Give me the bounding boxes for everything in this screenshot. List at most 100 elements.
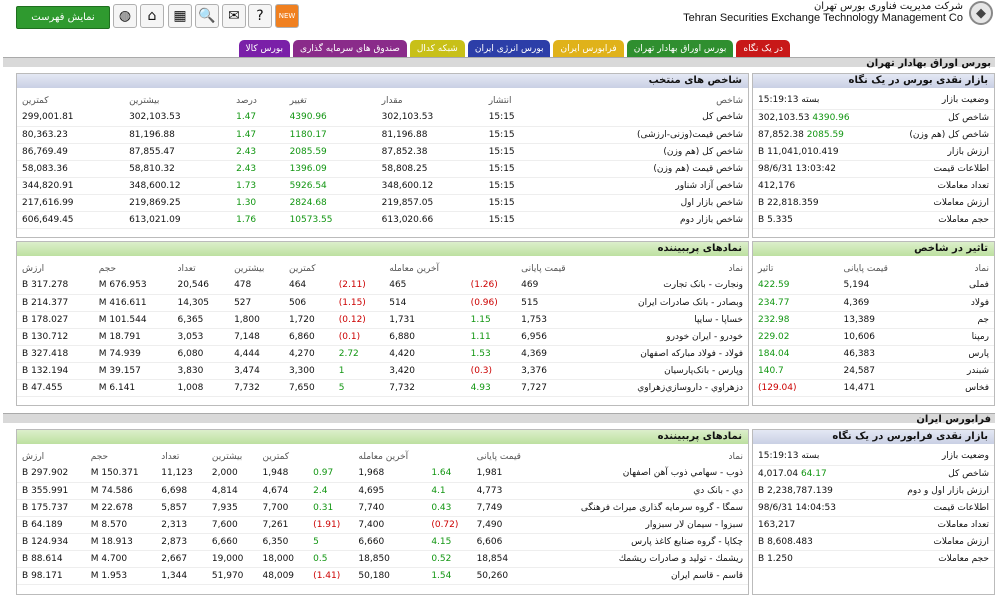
table-row[interactable]: ونجارت - بانک تجارت 469 (1.26) 465 (2.11) 464… bbox=[17, 277, 748, 294]
table-row[interactable]: ذوب - سهامي ذوب آهن اصفهان 1,981 1.64 1,968… bbox=[17, 465, 748, 482]
close-price: 6,956 bbox=[521, 331, 547, 342]
impact-value: 232.98 bbox=[758, 314, 790, 325]
high: 6,660 bbox=[211, 536, 238, 547]
tab-4[interactable]: بورس انرژی ایران bbox=[467, 40, 551, 57]
table-row[interactable]: شاخص قیمت(وزنی-ارزشی) 15:15 81,196.88 1180.… bbox=[17, 126, 748, 143]
market-value: 14:04:53 98/6/31 bbox=[753, 499, 871, 516]
ifb-market-table: وضعیت بازار بسته 15:19:13 شاخص کل 64.17 4,0… bbox=[753, 448, 994, 568]
volume: 416.611 M bbox=[98, 297, 147, 308]
tse-impact-title: تاثیر در شاخص bbox=[753, 242, 994, 256]
table-row[interactable]: سمگا - گروه سرمایه گذاری میراث فرهنگی 7,7… bbox=[17, 499, 748, 516]
symbol[interactable]: سمگا - گروه سرمایه گذاری میراث فرهنگی bbox=[538, 499, 748, 516]
table-row[interactable]: فولاد - فولاد مبارکه اصفهان 4,369 1.53 4,42… bbox=[17, 345, 748, 362]
symbol[interactable]: دي - بانک دي bbox=[538, 482, 748, 499]
market-label: ارزش بازار bbox=[947, 146, 989, 157]
symbol[interactable]: فولاد - فولاد مبارکه اصفهان bbox=[590, 345, 748, 362]
section-band-ifb bbox=[3, 413, 995, 423]
last-change: (1.41) bbox=[313, 570, 341, 581]
column-header: بیشترین bbox=[129, 95, 160, 106]
value: 130.712 B bbox=[22, 331, 69, 342]
close-change: 1.15 bbox=[470, 314, 491, 325]
table-row[interactable]: چکاپا - گروه صنايع کاغذ پارس 6,606 4.15 6,6… bbox=[17, 533, 748, 550]
home-icon[interactable]: ⌂ bbox=[140, 4, 164, 28]
section-title-tse: بورس اوراق بهادار تهران bbox=[866, 58, 991, 69]
market-value-text: 1.250 B bbox=[758, 553, 793, 564]
cell: 87,855.47 bbox=[129, 146, 175, 157]
table-row[interactable]: پارس 46,383 184.04 bbox=[753, 345, 994, 362]
table-row[interactable]: رمپنا 10,606 229.02 bbox=[753, 328, 994, 345]
column-header: حجم bbox=[98, 263, 117, 274]
market-value-text: 5.335 B bbox=[758, 214, 793, 225]
tab-3[interactable]: فرابورس ایران bbox=[553, 40, 624, 57]
table-row[interactable]: جم 13,389 232.98 bbox=[753, 311, 994, 328]
message-icon[interactable]: ✉ bbox=[222, 4, 246, 28]
cell: 15:15 bbox=[488, 197, 515, 208]
cell: 344,820.91 bbox=[22, 180, 74, 191]
table-row[interactable]: شبندر 24,587 140.7 bbox=[753, 362, 994, 379]
symbol[interactable]: سبزوا - سیمان لار سبزوار bbox=[538, 516, 748, 533]
table-row[interactable]: شاخص کل 15:15 302,103.53 4390.96 1.47 302,103… bbox=[17, 109, 748, 126]
count: 2,667 bbox=[161, 553, 188, 564]
volume: 74.586 M bbox=[90, 485, 133, 496]
symbol: پارس bbox=[968, 348, 989, 359]
show-list-button[interactable]: نمایش فهرست bbox=[16, 6, 110, 29]
market-label: شاخص کل bbox=[948, 112, 989, 123]
table-row[interactable]: دي - بانک دي 4,773 4.1 4,695 2.4 4,674 4,814 6,… bbox=[17, 482, 748, 499]
symbol[interactable]: وبصادر - بانک صادرات ایران bbox=[590, 294, 748, 311]
tab-6[interactable]: صندوق های سرمایه گذاری bbox=[293, 40, 407, 57]
symbol[interactable]: دزهراوي - داروسازي‌زهراوي bbox=[590, 379, 748, 396]
search-icon[interactable]: 🔍 bbox=[195, 4, 219, 28]
high: 1,800 bbox=[234, 314, 260, 325]
symbol[interactable]: ذوب - سهامي ذوب آهن اصفهان bbox=[538, 465, 748, 482]
tab-1[interactable]: در یک نگاه bbox=[736, 40, 790, 57]
table-row[interactable]: فخاس 14,471 (129.04) bbox=[753, 379, 994, 396]
market-row: شاخص کل (هم وزن) 2085.59 87,852.38 bbox=[753, 126, 994, 143]
symbol[interactable]: خساپا - سایپا bbox=[590, 311, 748, 328]
table-row[interactable]: وبصادر - بانک صادرات ایران 515 (0.96) 514 (1… bbox=[17, 294, 748, 311]
cell: 80,363.23 bbox=[22, 129, 68, 140]
low: 4,674 bbox=[262, 485, 289, 496]
table-row[interactable]: سبزوا - سیمان لار سبزوار 7,490 (0.72) 7,400… bbox=[17, 516, 748, 533]
table-row[interactable]: وپارس - بانک‌پارسیان 3,376 (0.3) 3,420 1 3,30… bbox=[17, 362, 748, 379]
symbol[interactable]: خودرو - ایران خودرو bbox=[590, 328, 748, 345]
table-row[interactable]: شاخص بازار اول 15:15 219,857.05 2824.68 1.30… bbox=[17, 194, 748, 211]
table-row[interactable]: فولاد 4,369 234.77 bbox=[753, 294, 994, 311]
market-value: 4390.96 302,103.53 bbox=[753, 109, 881, 126]
table-row[interactable]: شاخص کل (هم وزن) 15:15 87,852.38 2085.59 2.4… bbox=[17, 143, 748, 160]
tab-2[interactable]: بورس اوراق بهادار تهران bbox=[626, 40, 734, 57]
help-icon[interactable]: ? bbox=[248, 4, 272, 28]
table-row[interactable]: شاخص قیمت (هم وزن) 15:15 58,808.25 1396.09 2… bbox=[17, 160, 748, 177]
symbol[interactable]: وپارس - بانک‌پارسیان bbox=[590, 362, 748, 379]
last-trade: 7,732 bbox=[389, 382, 415, 393]
impact-value: 422.59 bbox=[758, 280, 790, 291]
table-row[interactable]: قاسم - قاسم ايران 50,260 1.54 50,180 (1.41) 4… bbox=[17, 567, 748, 584]
table-row[interactable]: شاخص بازار دوم 15:15 613,020.66 10573.55 1.7… bbox=[17, 211, 748, 228]
volume: 39.157 M bbox=[98, 365, 141, 376]
table-row[interactable]: فملی 5,194 422.59 bbox=[753, 277, 994, 294]
column-header: قیمت پایانی bbox=[843, 263, 888, 274]
table-row[interactable]: ریشمك - تولید و صادرات ریشمك 18,854 0.52 18… bbox=[17, 550, 748, 567]
symbol[interactable]: ونجارت - بانک تجارت bbox=[590, 277, 748, 294]
symbol: فخاس bbox=[965, 382, 989, 393]
close-change: 0.52 bbox=[431, 553, 452, 564]
cell: 606,649.45 bbox=[22, 214, 74, 225]
table-row[interactable]: دزهراوي - داروسازي‌زهراوي 7,727 4.93 7,732 5… bbox=[17, 379, 748, 396]
symbol[interactable]: ریشمك - تولید و صادرات ریشمك bbox=[538, 550, 748, 567]
tab-5[interactable]: شبکه کدال bbox=[409, 40, 465, 57]
volume: 676.953 M bbox=[98, 280, 147, 291]
last-trade: 514 bbox=[389, 297, 407, 308]
cell: 1.47 bbox=[236, 112, 257, 123]
last-trade: 7,740 bbox=[358, 502, 385, 513]
tab-7[interactable]: بورس کالا bbox=[238, 40, 291, 57]
globe-icon[interactable]: ◍ bbox=[113, 4, 137, 28]
table-icon[interactable]: ▦ bbox=[168, 4, 192, 28]
table-row[interactable]: خساپا - سایپا 1,753 1.15 1,731 (0.12) 1,720 1,… bbox=[17, 311, 748, 328]
table-row[interactable]: شاخص آزاد شناور 15:15 348,600.12 5926.54 1.7… bbox=[17, 177, 748, 194]
table-row[interactable]: خودرو - ایران خودرو 6,956 1.11 6,880 (0.1) 6,… bbox=[17, 328, 748, 345]
symbol[interactable]: چکاپا - گروه صنايع کاغذ پارس bbox=[538, 533, 748, 550]
low: 7,261 bbox=[262, 519, 289, 530]
symbol[interactable]: قاسم - قاسم ايران bbox=[538, 567, 748, 584]
high: 7,148 bbox=[234, 331, 260, 342]
new-icon[interactable]: NEW bbox=[275, 4, 299, 28]
high: 527 bbox=[234, 297, 252, 308]
